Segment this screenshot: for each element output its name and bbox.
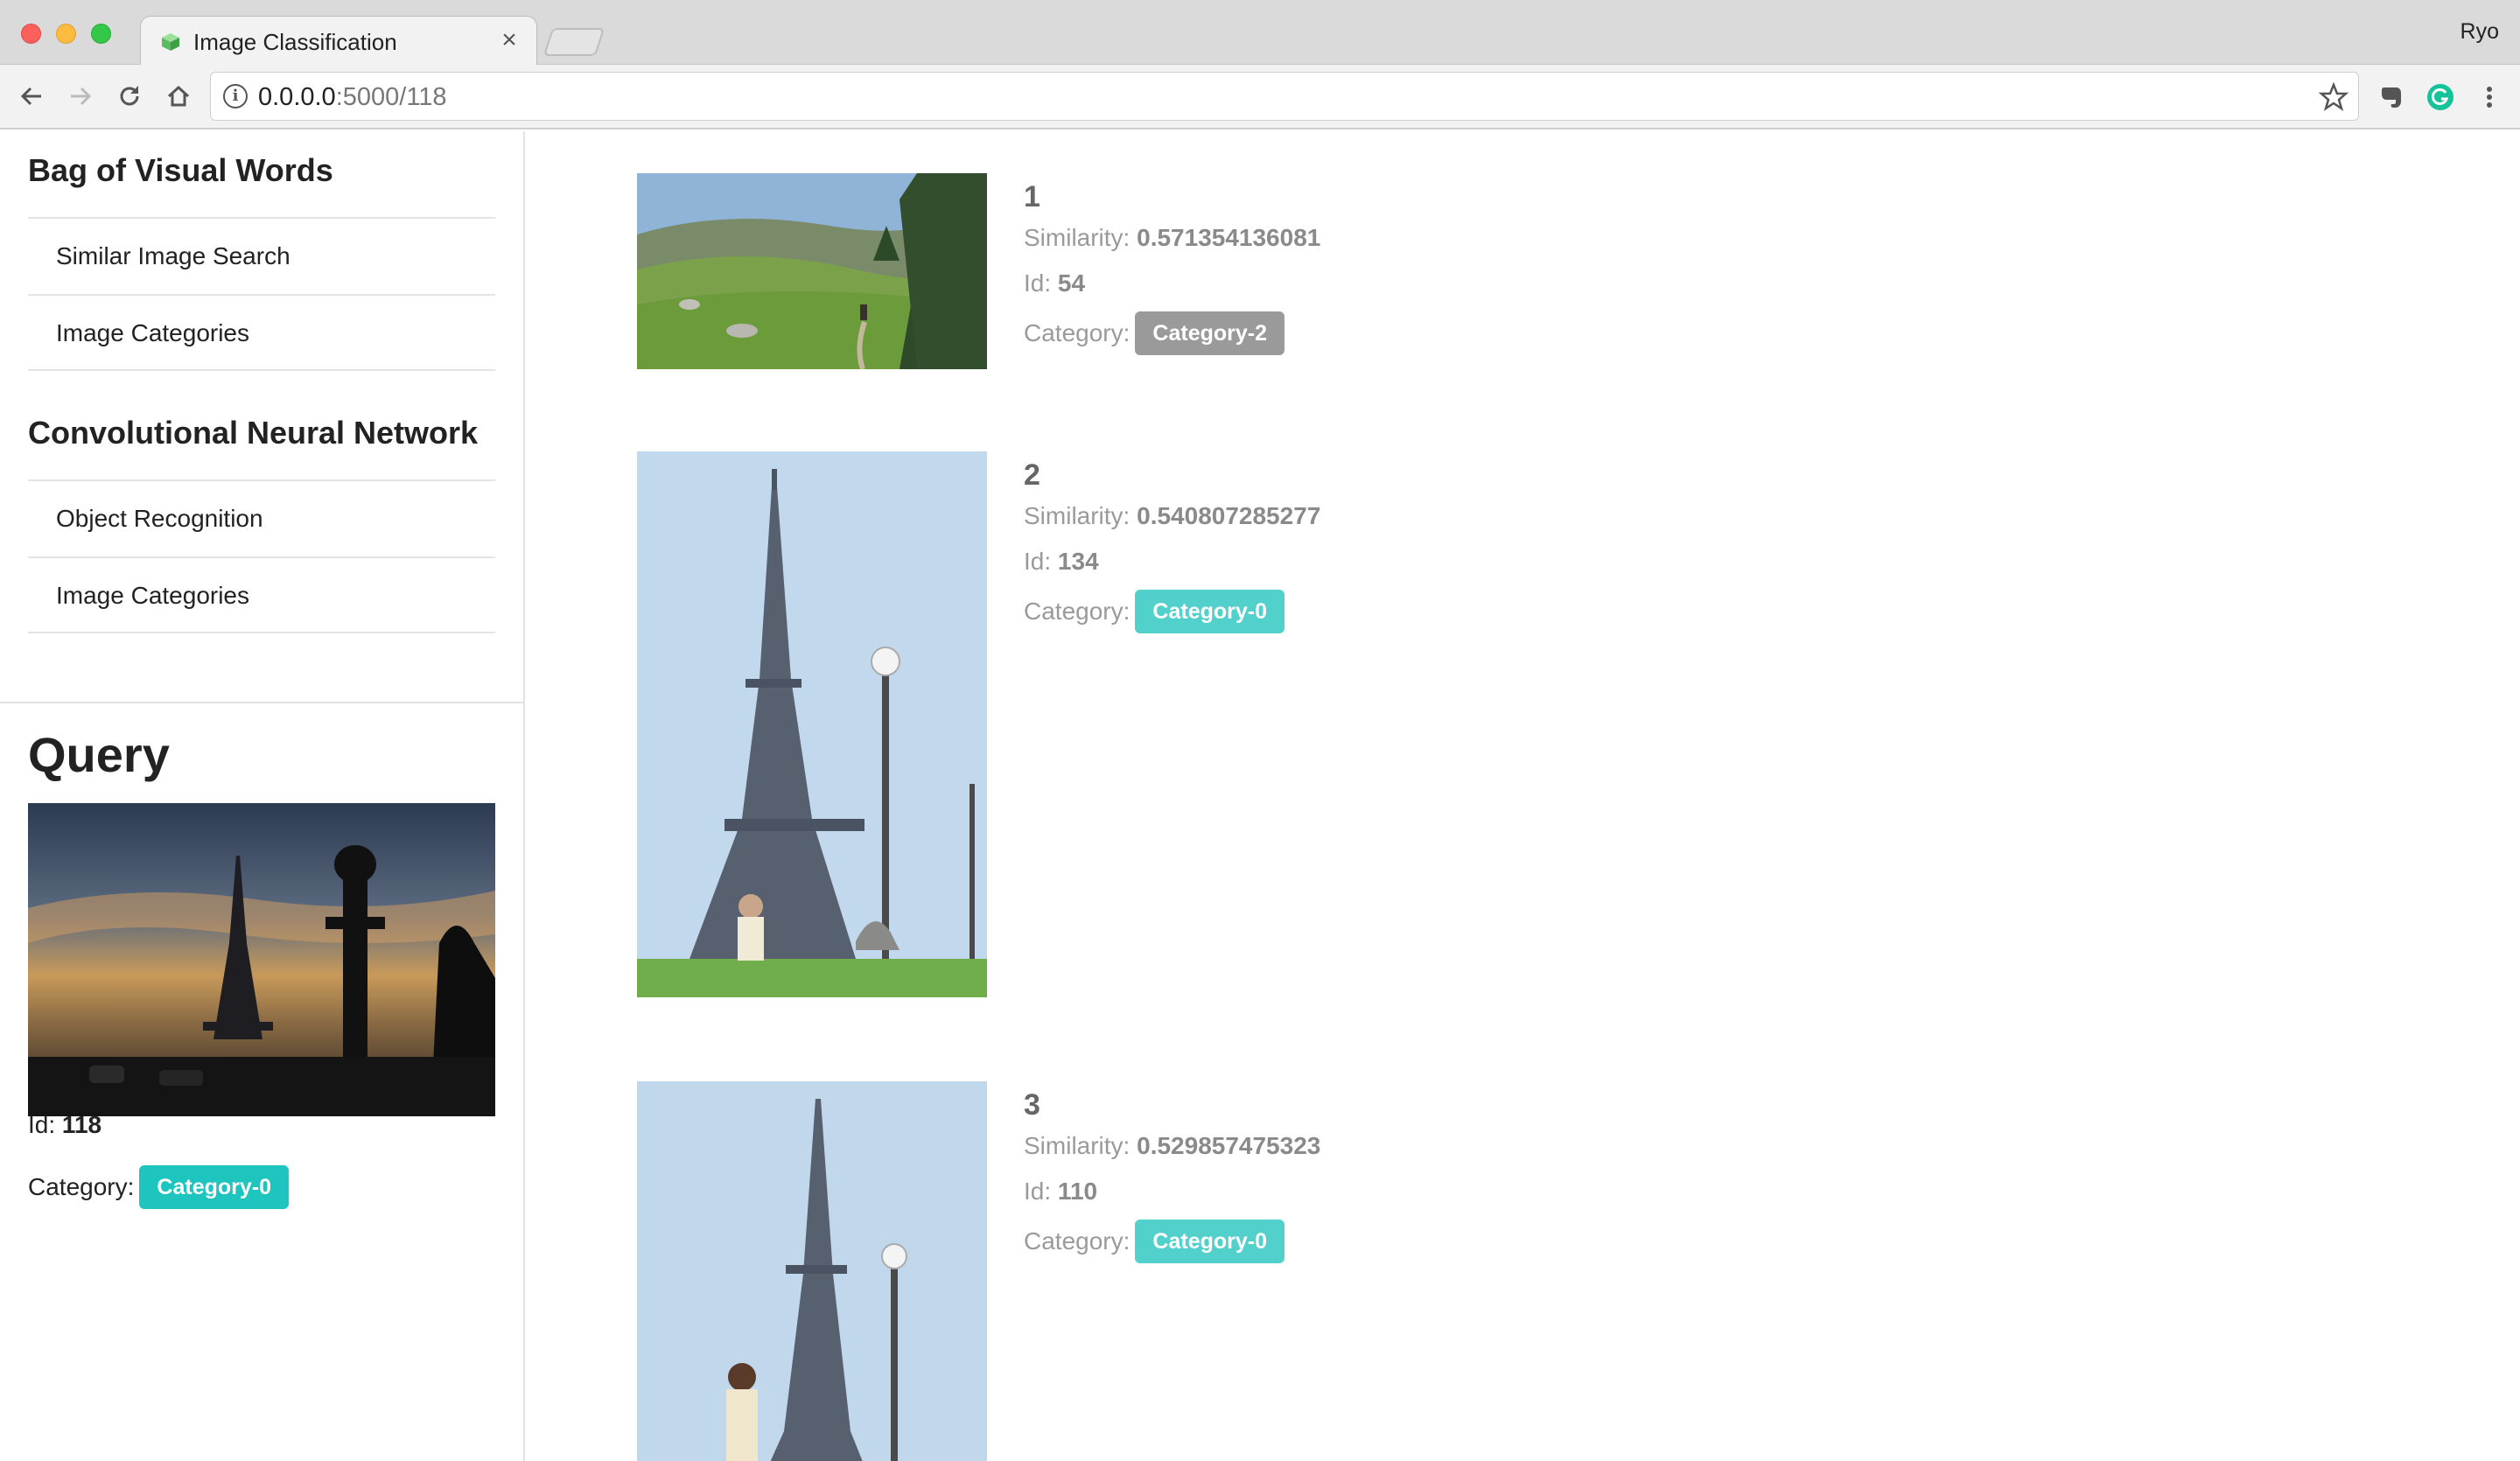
home-icon xyxy=(167,85,190,107)
result-image[interactable] xyxy=(637,1081,987,1461)
result-category: Category: Category-2 xyxy=(1024,311,1284,355)
tab-title: Image Classification xyxy=(193,29,397,55)
id-value: 54 xyxy=(1057,269,1086,297)
result-rank: 1 xyxy=(1024,180,1040,213)
query-category-label: Category: xyxy=(28,1173,135,1200)
url-host: 0.0.0.0 xyxy=(258,83,336,111)
result-category: Category: Category-0 xyxy=(1024,590,1284,633)
similarity-label: Similarity: xyxy=(1024,224,1130,251)
evernote-extension-icon[interactable] xyxy=(2376,82,2406,112)
id-label: Id: xyxy=(1024,269,1052,297)
category-label: Category: xyxy=(1024,1227,1130,1255)
menu-kebab-icon[interactable] xyxy=(2474,82,2504,112)
result-id: Id: 110 xyxy=(1024,1178,1097,1206)
url-path: :5000/118 xyxy=(335,83,447,111)
query-title: Query xyxy=(28,727,170,782)
result-rank: 2 xyxy=(1024,458,1040,492)
url-text[interactable]: 0.0.0.0:5000/118 xyxy=(258,83,447,112)
menu-cnn: Object Recognition Image Categories xyxy=(28,479,495,633)
close-window-button[interactable] xyxy=(21,24,41,44)
address-bar[interactable]: i 0.0.0.0:5000/118 xyxy=(210,72,2359,121)
similarity-value: 0.529857475323 xyxy=(1137,1132,1321,1159)
forward-arrow-icon xyxy=(71,87,92,106)
result-similarity: Similarity: 0.571354136081 xyxy=(1024,224,1320,252)
reload-icon xyxy=(120,86,139,106)
home-button[interactable] xyxy=(161,79,196,114)
query-id-label: Id: xyxy=(28,1111,56,1138)
menu-item-bovw-image-categories[interactable]: Image Categories xyxy=(28,294,495,371)
browser-tab-active[interactable]: Image Classification × xyxy=(140,16,537,66)
result-id: Id: 54 xyxy=(1024,269,1085,297)
back-button[interactable] xyxy=(14,79,49,114)
browser-toolbar: i 0.0.0.0:5000/118 xyxy=(0,65,2520,129)
info-icon[interactable]: i xyxy=(223,84,248,108)
grammarly-extension-icon[interactable] xyxy=(2426,82,2455,112)
id-value: 134 xyxy=(1057,548,1099,575)
query-id: Id: 118 xyxy=(28,1111,102,1139)
category-label: Category: xyxy=(1024,319,1130,346)
menu-item-object-recognition[interactable]: Object Recognition xyxy=(28,479,495,556)
category-badge[interactable]: Category-0 xyxy=(1135,1220,1284,1263)
result-similarity: Similarity: 0.540807285277 xyxy=(1024,502,1320,530)
sidebar: Bag of Visual Words Similar Image Search… xyxy=(0,131,525,1461)
bookmark-star-icon[interactable] xyxy=(2318,81,2349,113)
result-image[interactable] xyxy=(637,451,987,997)
result-image[interactable] xyxy=(637,173,987,369)
cube-icon xyxy=(162,33,179,51)
new-tab-button[interactable] xyxy=(542,28,606,56)
query-category-badge[interactable]: Category-0 xyxy=(139,1165,289,1209)
result-similarity: Similarity: 0.529857475323 xyxy=(1024,1132,1320,1160)
similarity-value: 0.540807285277 xyxy=(1137,502,1321,529)
result-id: Id: 134 xyxy=(1024,548,1099,576)
profile-name[interactable]: Ryo xyxy=(2460,19,2499,45)
similarity-label: Similarity: xyxy=(1024,502,1130,529)
maximize-window-button[interactable] xyxy=(91,24,111,44)
forward-button[interactable] xyxy=(63,79,98,114)
category-label: Category: xyxy=(1024,598,1130,625)
result-rank: 3 xyxy=(1024,1088,1040,1122)
query-id-value: 118 xyxy=(61,1111,102,1138)
menu-bovw: Similar Image Search Image Categories xyxy=(28,217,495,371)
category-badge[interactable]: Category-0 xyxy=(1135,590,1284,633)
query-category: Category: Category-0 xyxy=(28,1165,289,1209)
results-list: 1 Similarity: 0.571354136081 Id: 54 Cate… xyxy=(527,131,2520,1461)
menu-item-similar-image-search[interactable]: Similar Image Search xyxy=(28,217,495,294)
reload-button[interactable] xyxy=(112,79,147,114)
similarity-label: Similarity: xyxy=(1024,1132,1130,1159)
section-title-cnn: Convolutional Neural Network xyxy=(28,415,479,451)
minimize-window-button[interactable] xyxy=(56,24,76,44)
browser-tab-bar: Image Classification × Ryo xyxy=(0,0,2520,66)
sidebar-divider xyxy=(0,702,525,703)
category-badge[interactable]: Category-2 xyxy=(1135,311,1284,355)
section-title-bovw: Bag of Visual Words xyxy=(28,152,333,188)
query-image xyxy=(28,803,495,1116)
tab-close-icon[interactable]: × xyxy=(494,25,524,55)
menu-item-cnn-image-categories[interactable]: Image Categories xyxy=(28,556,495,633)
back-arrow-icon xyxy=(20,87,41,106)
id-label: Id: xyxy=(1024,1178,1052,1205)
id-value: 110 xyxy=(1057,1178,1098,1205)
id-label: Id: xyxy=(1024,548,1052,575)
similarity-value: 0.571354136081 xyxy=(1137,224,1321,251)
result-category: Category: Category-0 xyxy=(1024,1220,1284,1263)
